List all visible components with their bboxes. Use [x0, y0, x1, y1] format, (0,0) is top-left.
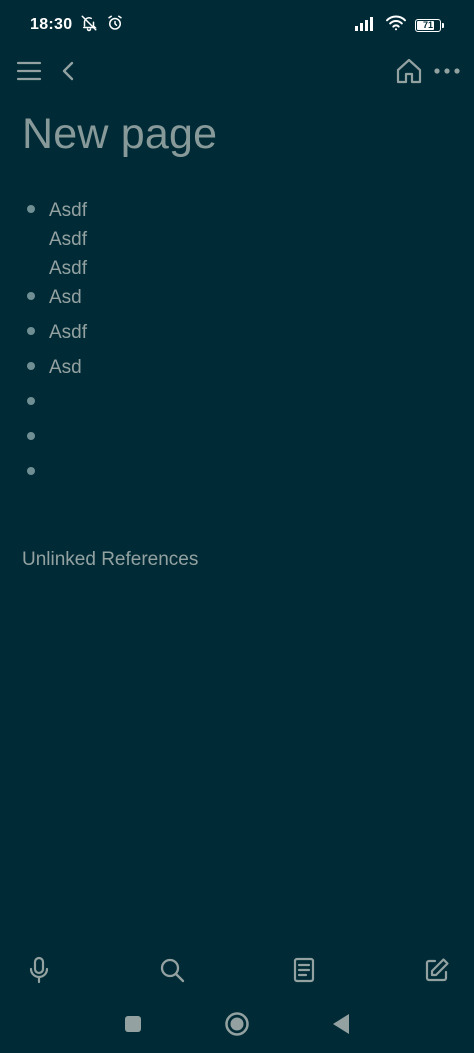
block-line: Asdf [49, 258, 88, 279]
block-item[interactable] [22, 423, 452, 458]
more-icon[interactable] [430, 54, 464, 88]
menu-icon[interactable] [12, 54, 46, 88]
signal-icon [355, 15, 377, 36]
block-bullet[interactable] [27, 397, 35, 405]
block-list: Asdf Asdf Asdf Asd Asdf Asd [22, 196, 452, 493]
block-item[interactable]: Asd [22, 283, 452, 318]
block-content[interactable]: Asd [49, 283, 452, 312]
block-content[interactable]: Asdf [49, 318, 452, 347]
block-content[interactable] [49, 458, 452, 487]
block-bullet[interactable] [27, 467, 35, 475]
block-item[interactable]: Asdf Asdf Asdf [22, 196, 452, 283]
block-item[interactable] [22, 458, 452, 493]
status-time: 18:30 [30, 16, 73, 33]
block-content[interactable]: Asdf Asdf Asdf [49, 196, 452, 283]
recents-icon[interactable] [116, 1007, 150, 1041]
block-bullet[interactable] [27, 327, 35, 335]
block-bullet[interactable] [27, 205, 35, 213]
block-line: Asd [49, 287, 82, 308]
alarm-icon [106, 14, 124, 37]
status-left: 18:30 [30, 14, 124, 37]
bottom-toolbar [0, 950, 474, 990]
battery-icon: 71 [415, 18, 444, 32]
mute-icon [80, 14, 98, 37]
block-line: Asd [49, 357, 82, 378]
home-circle-icon[interactable] [220, 1007, 254, 1041]
search-icon[interactable] [154, 952, 190, 988]
block-content[interactable] [49, 388, 452, 417]
status-bar: 18:30 71 [0, 0, 474, 50]
edit-icon[interactable] [419, 952, 455, 988]
battery-level: 71 [422, 19, 433, 30]
wifi-icon [385, 14, 407, 37]
unlinked-references-toggle[interactable]: Unlinked References [22, 549, 198, 571]
block-bullet[interactable] [27, 362, 35, 370]
microphone-icon[interactable] [21, 952, 57, 988]
block-bullet[interactable] [27, 292, 35, 300]
block-bullet[interactable] [27, 432, 35, 440]
block-line: Asdf [49, 322, 88, 343]
status-right: 71 [355, 14, 444, 37]
document-icon[interactable] [286, 952, 322, 988]
system-nav-bar [0, 1003, 474, 1045]
back-icon[interactable] [51, 54, 85, 88]
block-line: Asdf [49, 200, 88, 221]
block-content[interactable] [49, 423, 452, 452]
block-item[interactable]: Asd [22, 353, 452, 388]
block-content[interactable]: Asd [49, 353, 452, 382]
nav-back-icon[interactable] [324, 1007, 358, 1041]
block-item[interactable]: Asdf [22, 318, 452, 353]
app-header [0, 50, 474, 90]
block-line: Asdf [49, 229, 88, 250]
page-title[interactable]: New page [22, 110, 217, 159]
home-icon[interactable] [392, 54, 426, 88]
block-item[interactable] [22, 388, 452, 423]
